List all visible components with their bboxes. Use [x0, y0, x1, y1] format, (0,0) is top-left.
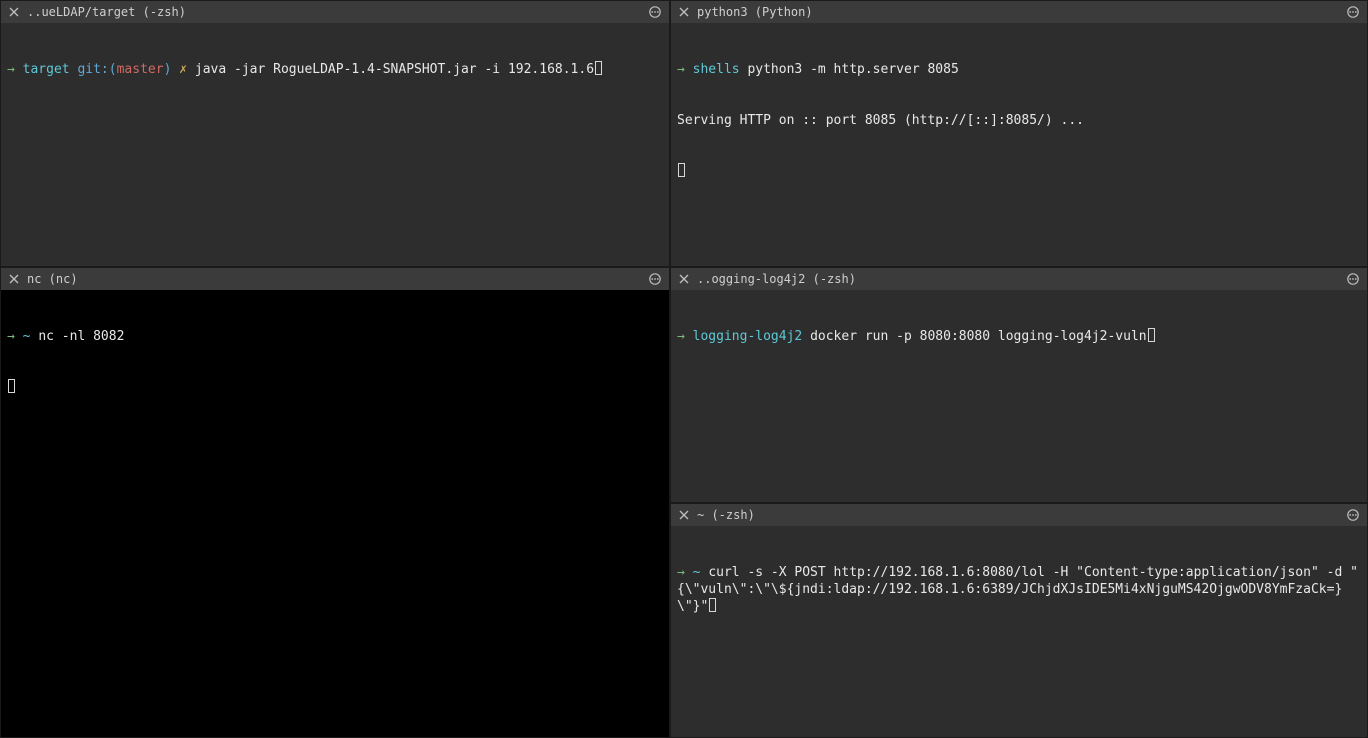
prompt-dir: shells [693, 62, 740, 77]
close-icon[interactable] [677, 272, 691, 286]
command-text: nc -nl 8082 [38, 329, 124, 344]
pane-rogue-ldap[interactable]: ..ueLDAP/target (-zsh) → target git:(mas… [0, 0, 670, 267]
pane-docker-log4j[interactable]: ..ogging-log4j2 (-zsh) → logging-log4j2 … [670, 267, 1368, 503]
menu-icon[interactable] [1345, 4, 1361, 20]
terminal-body[interactable]: → target git:(master) ✗ java -jar RogueL… [1, 23, 669, 266]
cursor [709, 598, 716, 612]
pane-title: ..ueLDAP/target (-zsh) [27, 5, 641, 19]
titlebar: python3 (Python) [671, 1, 1367, 23]
close-icon[interactable] [7, 272, 21, 286]
command-text: curl -s -X POST http://192.168.1.6:8080/… [677, 565, 1358, 614]
terminal-body[interactable]: → ~ curl -s -X POST http://192.168.1.6:8… [671, 526, 1367, 737]
close-icon[interactable] [7, 5, 21, 19]
titlebar: ..ueLDAP/target (-zsh) [1, 1, 669, 23]
pane-nc-listener[interactable]: nc (nc) → ~ nc -nl 8082 [0, 267, 670, 738]
pane-title: ~ (-zsh) [697, 508, 1339, 522]
cursor [678, 163, 685, 177]
prompt-arrow: → [677, 62, 693, 77]
cursor [1148, 328, 1155, 342]
cursor [8, 379, 15, 393]
prompt-dir: logging-log4j2 [693, 329, 803, 344]
menu-icon[interactable] [1345, 507, 1361, 523]
titlebar: ..ogging-log4j2 (-zsh) [671, 268, 1367, 290]
command-text: docker run -p 8080:8080 logging-log4j2-v… [810, 329, 1147, 344]
pane-curl[interactable]: ~ (-zsh) → ~ curl -s -X POST http://192.… [670, 503, 1368, 738]
command-text: python3 -m http.server 8085 [747, 62, 958, 77]
cursor [595, 61, 602, 75]
prompt-arrow: → [677, 565, 693, 580]
prompt-arrow: → [7, 62, 23, 77]
prompt-arrow: → [7, 329, 23, 344]
terminal-body[interactable]: → logging-log4j2 docker run -p 8080:8080… [671, 290, 1367, 502]
prompt-dir: target [23, 62, 70, 77]
menu-icon[interactable] [647, 4, 663, 20]
terminal-body[interactable]: → ~ nc -nl 8082 [1, 290, 669, 737]
git-dirty-mark: ✗ [179, 62, 187, 77]
menu-icon[interactable] [647, 271, 663, 287]
pane-title: ..ogging-log4j2 (-zsh) [697, 272, 1339, 286]
close-icon[interactable] [677, 5, 691, 19]
output-line: Serving HTTP on :: port 8085 (http://[::… [677, 112, 1361, 129]
pane-title: nc (nc) [27, 272, 641, 286]
prompt-arrow: → [677, 329, 693, 344]
menu-icon[interactable] [1345, 271, 1361, 287]
command-text: java -jar RogueLDAP-1.4-SNAPSHOT.jar -i … [195, 62, 594, 77]
pane-title: python3 (Python) [697, 5, 1339, 19]
terminal-body[interactable]: → shells python3 -m http.server 8085 Ser… [671, 23, 1367, 266]
close-icon[interactable] [677, 508, 691, 522]
pane-python-server[interactable]: python3 (Python) → shells python3 -m htt… [670, 0, 1368, 267]
titlebar: ~ (-zsh) [671, 504, 1367, 526]
git-branch: master [117, 62, 164, 77]
git-prefix: git:( [77, 62, 116, 77]
titlebar: nc (nc) [1, 268, 669, 290]
